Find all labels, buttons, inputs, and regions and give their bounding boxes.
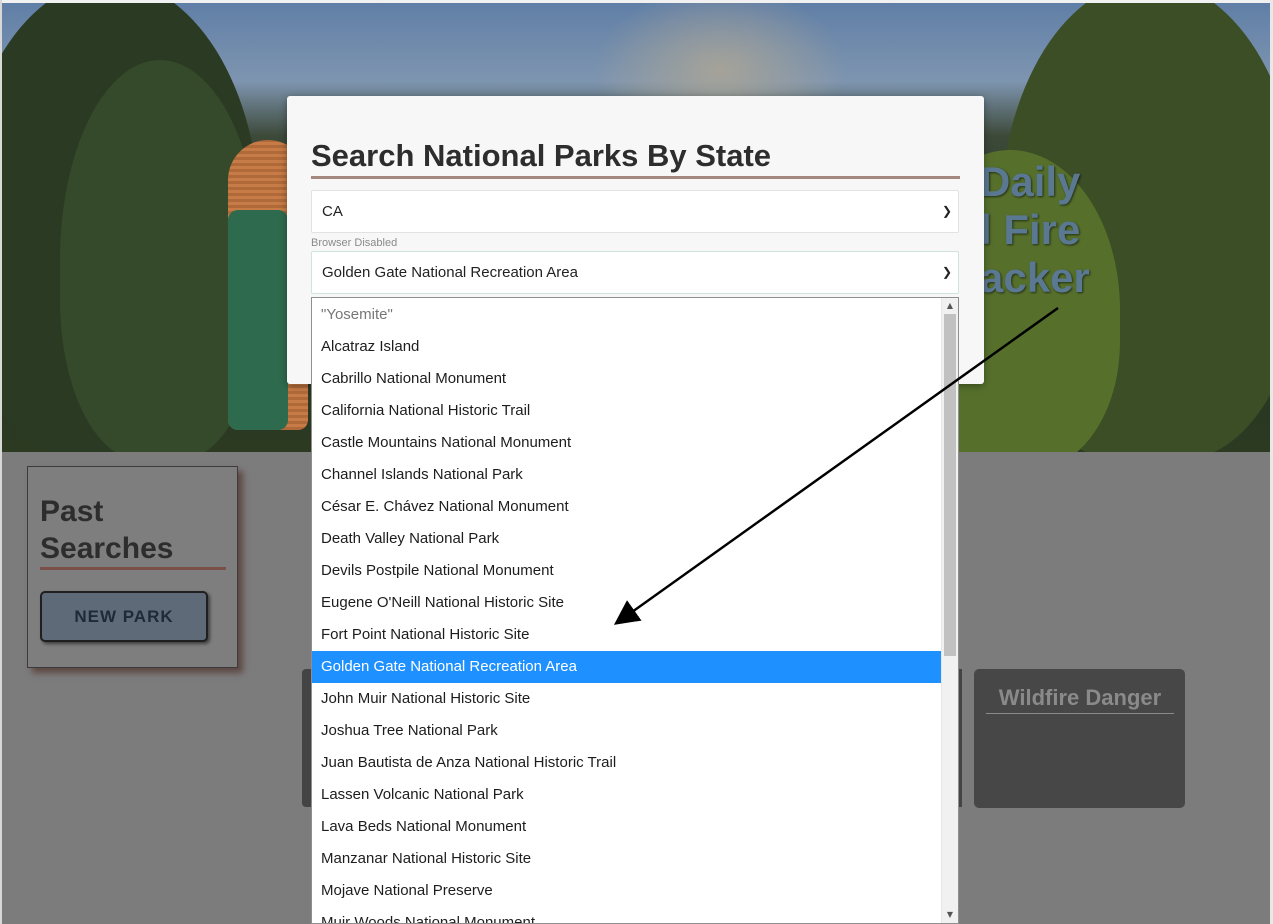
park-dropdown-list[interactable]: "Yosemite" Alcatraz Island Cabrillo Nation…: [311, 297, 959, 924]
window-edge-left: [0, 0, 2, 924]
wildfire-danger-card: Wildfire Danger: [974, 669, 1185, 808]
options-list: "Yosemite" Alcatraz Island Cabrillo Nation…: [312, 299, 942, 923]
dropdown-option[interactable]: Muir Woods National Monument: [312, 907, 942, 923]
dropdown-option[interactable]: Channel Islands National Park: [312, 459, 942, 491]
dropdown-option[interactable]: Lassen Volcanic National Park: [312, 779, 942, 811]
mascot-shirt: [228, 210, 288, 430]
hero-title-line: acker: [980, 254, 1090, 301]
dropdown-option[interactable]: Manzanar National Historic Site: [312, 843, 942, 875]
dropdown-option-selected[interactable]: Golden Gate National Recreation Area: [312, 651, 942, 683]
chevron-down-icon: ❯: [941, 265, 952, 279]
park-select[interactable]: Golden Gate National Recreation Area ❯: [311, 251, 959, 294]
wildfire-danger-title: Wildfire Danger: [986, 685, 1174, 714]
hero-title-line: Daily: [980, 158, 1081, 205]
past-searches-title: Past Searches: [40, 493, 226, 570]
modal-title: Search National Parks By State: [311, 136, 960, 179]
past-searches-panel: Past Searches NEW PARK: [27, 466, 238, 668]
dropdown-option[interactable]: Death Valley National Park: [312, 523, 942, 555]
dropdown-option[interactable]: Juan Bautista de Anza National Historic …: [312, 747, 942, 779]
dropdown-option[interactable]: Cabrillo National Monument: [312, 363, 942, 395]
dropdown-option[interactable]: John Muir National Historic Site: [312, 683, 942, 715]
state-select-value: CA: [322, 203, 343, 220]
dropdown-scrollbar[interactable]: ▲ ▼: [941, 298, 958, 923]
hero-title: Daily l Fire acker: [980, 158, 1180, 302]
window-edge-top: [0, 0, 1273, 3]
browser-hint: Browser Disabled: [311, 237, 398, 249]
dropdown-option[interactable]: Alcatraz Island: [312, 331, 942, 363]
chevron-down-icon: ❯: [941, 204, 952, 218]
dropdown-option[interactable]: Eugene O'Neill National Historic Site: [312, 587, 942, 619]
hero-title-line: l Fire: [980, 206, 1081, 253]
dropdown-option[interactable]: Devils Postpile National Monument: [312, 555, 942, 587]
dropdown-option[interactable]: Fort Point National Historic Site: [312, 619, 942, 651]
dropdown-option[interactable]: Lava Beds National Monument: [312, 811, 942, 843]
dropdown-option[interactable]: "Yosemite": [312, 299, 942, 331]
scrollbar-thumb[interactable]: [944, 314, 956, 656]
scroll-up-icon[interactable]: ▲: [942, 298, 958, 314]
park-select-value: Golden Gate National Recreation Area: [322, 264, 578, 281]
dropdown-option[interactable]: Mojave National Preserve: [312, 875, 942, 907]
scroll-down-icon[interactable]: ▼: [942, 907, 958, 923]
dropdown-option[interactable]: César E. Chávez National Monument: [312, 491, 942, 523]
dropdown-option[interactable]: California National Historic Trail: [312, 395, 942, 427]
dropdown-option[interactable]: Castle Mountains National Monument: [312, 427, 942, 459]
dropdown-option[interactable]: Joshua Tree National Park: [312, 715, 942, 747]
state-select[interactable]: CA ❯: [311, 190, 959, 233]
new-park-button[interactable]: NEW PARK: [40, 591, 208, 642]
